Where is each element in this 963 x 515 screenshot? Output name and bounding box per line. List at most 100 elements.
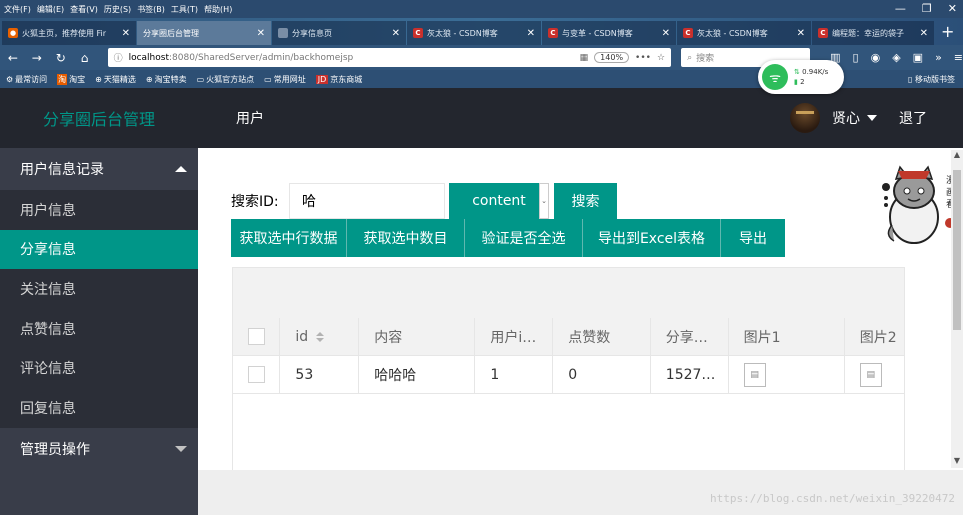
tab-title: 编程题：幸运的袋子 <box>832 28 904 38</box>
tab-close-icon[interactable]: ✕ <box>257 28 265 39</box>
select-all-checkbox[interactable] <box>248 328 265 345</box>
bookmark-item[interactable]: ⊕ 天猫精选 <box>95 74 136 85</box>
sidebar-item-follow-info[interactable]: 关注信息 <box>0 269 198 309</box>
home-icon[interactable]: ⌂ <box>78 51 92 65</box>
col-header-image1: 图片1 <box>729 318 845 355</box>
export-button[interactable]: 导出 <box>721 219 785 257</box>
reload-icon[interactable]: ↻ <box>54 51 68 65</box>
browser-tab[interactable]: C 灰太狼 - CSDN博客 ✕ <box>407 21 541 45</box>
col-header-image2: 图片2 <box>859 329 897 346</box>
browser-menubar: 文件(F) 编辑(E) 查看(V) 历史(S) 书签(B) 工具(T) 帮助(H… <box>0 0 963 18</box>
menu-bookmarks[interactable]: 书签(B) <box>137 4 165 15</box>
top-nav-users[interactable]: 用户 <box>236 108 264 128</box>
search-label: 搜索ID: <box>231 194 279 210</box>
browser-tab[interactable]: C 编程题：幸运的袋子 ✕ <box>812 21 934 45</box>
sidebar-group-label: 管理员操作 <box>20 441 90 458</box>
mascot-cat-image: 漫 画 看 <box>882 165 955 244</box>
bookmark-label: 淘宝特卖 <box>154 74 187 84</box>
page-scrollbar[interactable]: ▲ ▼ <box>951 150 963 468</box>
sidebar-item-reply-info[interactable]: 回复信息 <box>0 388 198 428</box>
browser-tab-active[interactable]: 分享圈后台管理 ✕ <box>137 21 271 45</box>
export-excel-button[interactable]: 导出到Excel表格 <box>583 219 721 257</box>
menu-view[interactable]: 查看(V) <box>70 4 98 15</box>
account-icon[interactable]: ◉ <box>871 51 881 64</box>
bookmark-item[interactable]: 淘 淘宝 <box>57 73 85 85</box>
sidebar-submenu: 用户信息 分享信息 关注信息 点赞信息 评论信息 回复信息 <box>0 190 198 428</box>
image-placeholder-icon[interactable]: ▤ <box>859 362 882 387</box>
menu-help[interactable]: 帮助(H) <box>204 4 232 15</box>
search-bar-placeholder: 搜索 <box>696 54 715 64</box>
user-menu[interactable]: 贤心 <box>832 108 877 128</box>
browser-tab[interactable]: C 与变革 - CSDN博客 ✕ <box>542 21 676 45</box>
bookmark-item[interactable]: ▭ 常用网址 <box>264 74 306 85</box>
chevron-down-icon[interactable]: ⌄ <box>539 183 549 219</box>
screenshot-icon[interactable]: ▣ <box>913 51 923 64</box>
restore-icon[interactable]: ❐ <box>922 2 932 15</box>
app-logo[interactable]: 分享圈后台管理 <box>0 106 198 130</box>
minimize-icon[interactable]: — <box>895 2 906 15</box>
sidebar-group-label: 用户信息记录 <box>20 162 104 178</box>
extension-icon[interactable]: ◈ <box>892 51 900 64</box>
table-row[interactable]: 53 哈哈哈 1 0 1527… ▤ ▤ <box>233 356 904 394</box>
back-icon[interactable]: ← <box>6 51 20 65</box>
bookmark-item[interactable]: ⊕ 淘宝特卖 <box>146 74 187 85</box>
tab-close-icon[interactable]: ✕ <box>527 28 535 39</box>
row-checkbox[interactable] <box>248 366 265 383</box>
sidebar-group-user-records[interactable]: 用户信息记录 <box>0 148 198 190</box>
get-selected-count-button[interactable]: 获取选中数目 <box>347 219 465 257</box>
field-select[interactable]: content ⌄ <box>449 183 549 219</box>
wifi-widget[interactable]: ᯤ ⇅ 0.94K/s ▮ 2 <box>758 60 844 94</box>
tab-close-icon[interactable]: ✕ <box>122 28 130 39</box>
sidebar-item-user-info[interactable]: 用户信息 <box>0 190 198 230</box>
tab-close-icon[interactable]: ✕ <box>797 28 805 39</box>
search-input[interactable]: 哈 <box>289 183 445 219</box>
sidebar-item-comment-info[interactable]: 评论信息 <box>0 348 198 388</box>
cell-share-time: 1527… <box>651 356 729 393</box>
sort-icon[interactable] <box>316 331 325 342</box>
bookmark-item[interactable]: ▭ 火狐官方站点 <box>197 74 255 85</box>
new-tab-icon[interactable]: + <box>941 22 954 41</box>
menu-history[interactable]: 历史(S) <box>104 4 131 15</box>
zoom-level[interactable]: 140% <box>594 52 630 63</box>
menu-tools[interactable]: 工具(T) <box>171 4 198 15</box>
browser-tab[interactable]: 分享信息页 ✕ <box>272 21 406 45</box>
overflow-icon[interactable]: » <box>935 51 942 64</box>
menu-file[interactable]: 文件(F) <box>4 4 31 15</box>
url-host: localhost <box>128 52 169 63</box>
tab-title: 灰太狼 - CSDN博客 <box>427 28 498 38</box>
url-text: localhost:8080/SharedServer/admin/backho… <box>129 53 574 63</box>
hamburger-icon[interactable]: ≡ <box>954 51 963 64</box>
mobile-bookmarks[interactable]: ▯ 移动版书签 <box>908 74 955 85</box>
bookmark-item[interactable]: ⚙ 最常访问 <box>6 74 47 85</box>
tab-close-icon[interactable]: ✕ <box>392 28 400 39</box>
more-icon[interactable]: ••• <box>635 53 651 63</box>
sidebar-item-share-info[interactable]: 分享信息 <box>0 229 198 270</box>
qr-icon[interactable]: ▦ <box>580 53 589 63</box>
browser-tab[interactable]: C 灰太狼 - CSDN博客 ✕ <box>677 21 811 45</box>
bookmark-label: 移动版书签 <box>915 75 955 84</box>
info-icon[interactable]: ⓘ <box>114 51 123 64</box>
scroll-thumb[interactable] <box>953 170 961 330</box>
col-header-id[interactable]: id <box>280 318 360 355</box>
sidebar-icon[interactable]: ▯ <box>853 51 859 64</box>
check-all-selected-button[interactable]: 验证是否全选 <box>465 219 583 257</box>
bookmark-star-icon[interactable]: ☆ <box>657 53 665 63</box>
sidebar-group-admin[interactable]: 管理员操作 <box>0 427 198 470</box>
logout-link[interactable]: 退了 <box>899 108 927 128</box>
wifi-speed: 0.94K/s <box>802 68 829 76</box>
get-selected-rows-button[interactable]: 获取选中行数据 <box>231 219 347 257</box>
bookmark-item[interactable]: JD 京东商城 <box>315 74 362 85</box>
image-placeholder-icon[interactable]: ▤ <box>743 362 766 387</box>
tab-close-icon[interactable]: ✕ <box>662 28 670 39</box>
avatar[interactable] <box>790 103 820 133</box>
browser-tab[interactable]: ● 火狐主页，推荐使用 Fir ✕ <box>2 21 136 45</box>
menu-edit[interactable]: 编辑(E) <box>37 4 64 15</box>
forward-icon[interactable]: → <box>30 51 44 65</box>
close-window-icon[interactable]: ✕ <box>948 2 957 15</box>
search-button[interactable]: 搜索 <box>554 183 617 219</box>
sidebar-item-like-info[interactable]: 点赞信息 <box>0 309 198 349</box>
address-bar[interactable]: ⓘ localhost:8080/SharedServer/admin/back… <box>107 48 672 67</box>
tab-close-icon[interactable]: ✕ <box>920 28 928 39</box>
scroll-up-icon[interactable]: ▲ <box>951 150 963 162</box>
scroll-down-icon[interactable]: ▼ <box>951 456 963 468</box>
